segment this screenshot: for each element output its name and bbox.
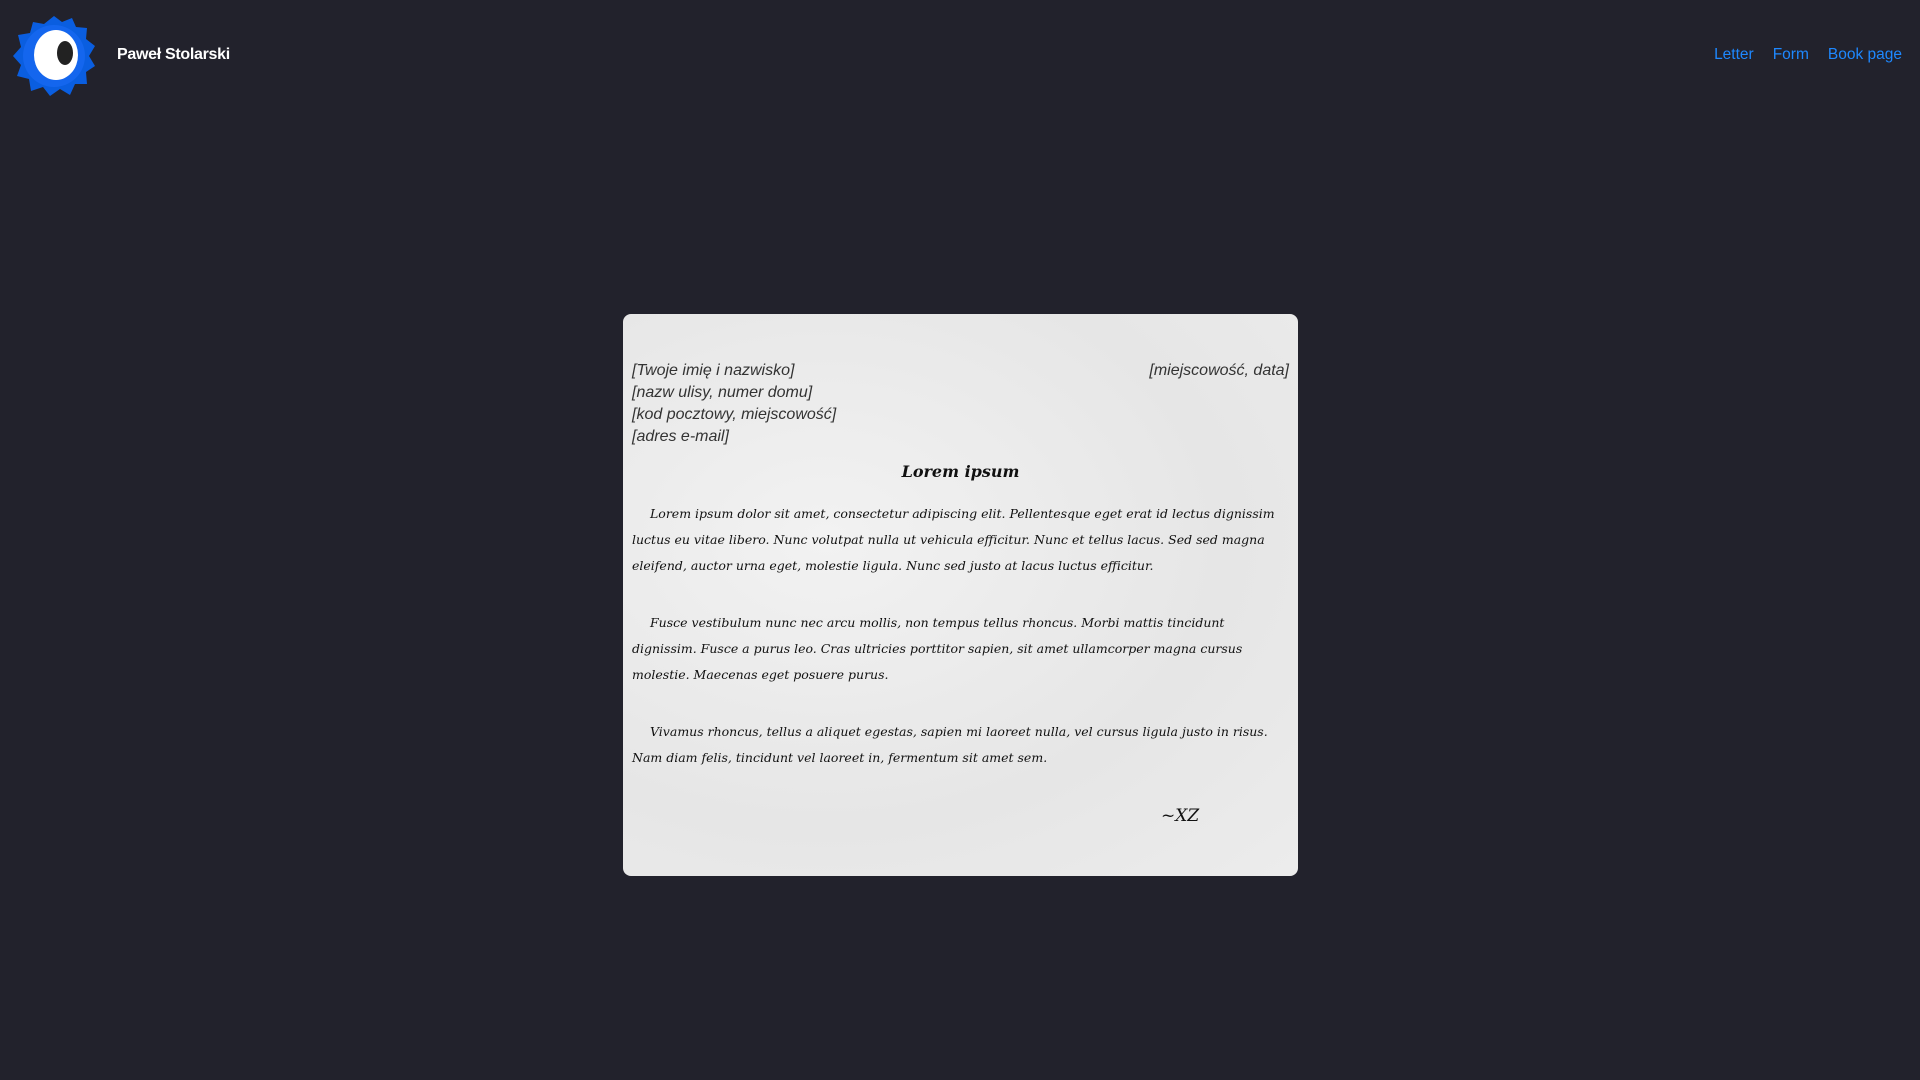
paragraph: Lorem ipsum dolor sit amet, consectetur … — [632, 506, 1275, 573]
place-date: [miejscowość, data] — [1149, 362, 1289, 379]
sender-street: [nazw ulisy, numer domu] — [632, 384, 813, 401]
main-nav: Letter Form Book page — [1714, 46, 1902, 64]
sender-name: [Twoje imię i nazwisko] — [632, 362, 795, 379]
sender-email: [adres e-mail] — [632, 428, 729, 445]
logo-eye-icon[interactable] — [12, 14, 96, 98]
nav-book-page[interactable]: Book page — [1828, 46, 1902, 64]
paragraph: Vivamus rhoncus, tellus a aliquet egesta… — [632, 724, 1268, 765]
sender-block: [Twoje imię i nazwisko] [nazw ulisy, num… — [632, 360, 836, 448]
letter-body: Lorem ipsum dolor sit amet, consectetur … — [632, 501, 1289, 771]
letter-title: Lorem ipsum — [901, 462, 1020, 481]
sender-postal: [kod pocztowy, miejscowość] — [632, 406, 837, 423]
paragraph: Fusce vestibulum nunc nec arcu mollis, n… — [632, 615, 1243, 682]
nav-letter[interactable]: Letter — [1714, 46, 1754, 64]
brand-name[interactable]: Paweł Stolarski — [117, 46, 230, 64]
nav-form[interactable]: Form — [1773, 46, 1809, 64]
signature: ~XZ — [1161, 806, 1200, 826]
letter-paper: [Twoje imię i nazwisko] [nazw ulisy, num… — [623, 314, 1298, 876]
